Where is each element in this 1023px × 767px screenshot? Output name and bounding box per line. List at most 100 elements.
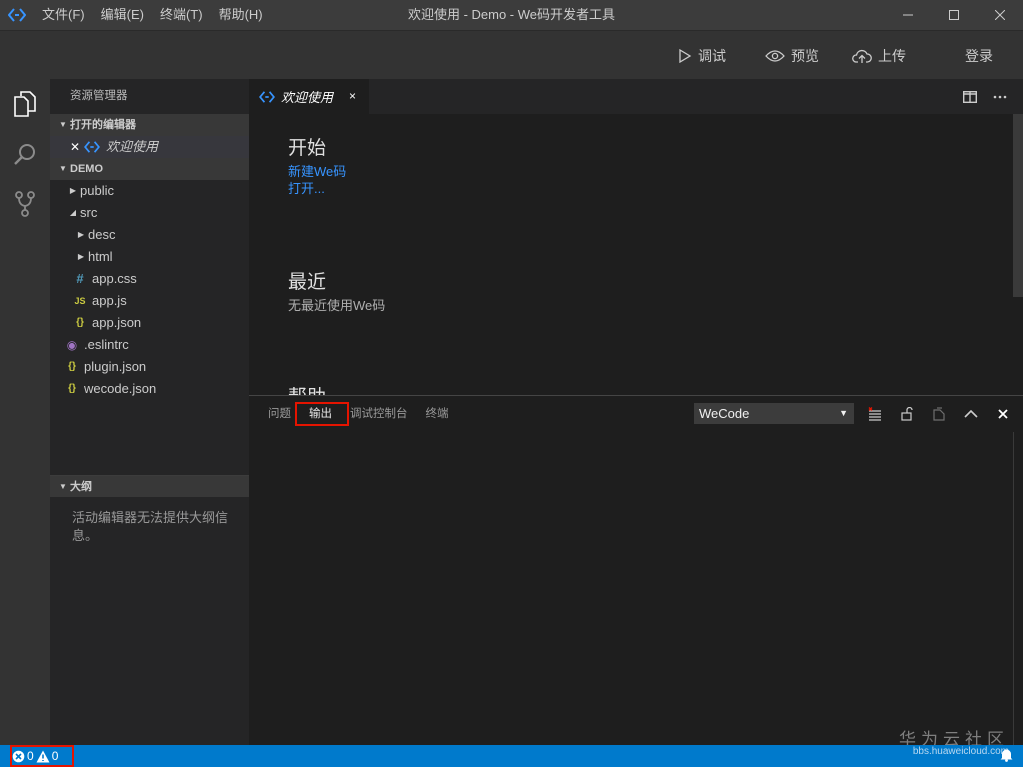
login-button[interactable]: 登录 [965,31,993,80]
editor-scrollbar[interactable] [1013,114,1023,297]
minimize-icon [903,14,913,16]
tree-file-app-css[interactable]: # app.css [50,268,249,290]
panel-tabs: 问题 输出 调试控制台 终端 [259,396,458,432]
json-file-icon: {} [68,361,76,372]
tab-debug-console[interactable]: 调试控制台 [341,396,417,432]
tree-label: wecode.json [84,381,157,396]
watermark-url: bbs.huaweicloud.com [912,746,1009,757]
chevron-down-icon: ▼ [59,120,67,129]
close-editor-icon[interactable]: ✕ [70,136,84,158]
editor-actions [955,79,1015,114]
tree-file-wecode-json[interactable]: {} wecode.json [50,378,249,400]
recent-heading: 最近 [288,272,327,293]
help-heading: 帮助 [288,382,326,395]
open-editor-label: 欢迎使用 [106,139,159,154]
clear-output-button[interactable] [859,396,891,432]
close-window-button[interactable] [977,0,1023,30]
open-editor-item[interactable]: ✕ 欢迎使用 [50,136,249,158]
panel-actions [859,396,1019,432]
close-panel-button[interactable] [987,396,1019,432]
window-controls [885,0,1023,30]
tree-folder-public[interactable]: ▶ public [50,180,249,202]
chevron-down-icon: ▼ [59,164,67,173]
tree-label: html [88,249,113,264]
tree-folder-html[interactable]: ▶ html [50,246,249,268]
debug-label: 调试 [698,47,726,64]
eye-icon [765,49,785,62]
tab-close-icon[interactable]: × [349,79,356,114]
tree-label: .eslintrc [84,337,129,352]
json-file-icon: {} [68,383,76,394]
open-editors-header[interactable]: ▼ 打开的编辑器 [50,114,249,136]
tree-folder-src[interactable]: ◢ src [50,202,249,224]
json-file-icon: {} [76,317,84,328]
chevron-right-icon: ▶ [77,230,85,239]
output-channel-select[interactable]: WeCode ▼ [694,403,854,424]
tab-terminal[interactable]: 终端 [417,396,458,432]
tree-folder-desc[interactable]: ▶ desc [50,224,249,246]
chevron-right-icon: ▶ [69,186,77,195]
close-icon [995,10,1005,20]
outline-header[interactable]: ▼ 大纲 [50,475,249,497]
chevron-down-icon: ▼ [59,481,67,491]
debug-button[interactable]: 调试 [678,31,726,80]
js-file-icon: JS [74,296,86,306]
start-heading: 开始 [288,138,327,159]
source-control-activity[interactable] [0,179,50,229]
status-problems-highlight [10,745,74,767]
outline-message: 活动编辑器无法提供大纲信息。 [72,510,229,543]
project-header[interactable]: ▼ DEMO [50,158,249,180]
output-tab-highlight [295,402,349,426]
tab-problems[interactable]: 问题 [259,396,300,432]
editor-tabs: 欢迎使用 × [249,79,1023,114]
menu-file[interactable]: 文件(F) [34,0,93,30]
top-toolbar: 调试 预览 上传 登录 [0,30,1023,79]
wecode-file-icon [259,90,275,103]
maximize-button[interactable] [931,0,977,30]
tree-label: src [80,205,98,220]
tree-file-eslintrc[interactable]: ◉ .eslintrc [50,334,249,356]
search-icon [14,144,35,165]
more-actions-button[interactable] [985,79,1015,114]
split-editor-icon [963,90,977,103]
chevron-right-icon: ▶ [77,252,85,261]
preview-button[interactable]: 预览 [765,31,819,80]
tree-label: app.js [92,293,127,308]
activity-bar [0,79,50,745]
output-channel-value: WeCode [699,406,750,421]
preview-label: 预览 [791,47,819,64]
explorer-sidebar: 资源管理器 ▼ 打开的编辑器 ✕ 欢迎使用 ▼ DEMO ▶ public ◢ … [50,79,249,745]
more-icon [993,95,1007,98]
bottom-panel: 问题 输出 调试控制台 终端 WeCode ▼ [249,395,1023,746]
search-activity[interactable] [0,129,50,179]
close-icon [998,409,1008,419]
tab-welcome[interactable]: 欢迎使用 × [249,79,369,114]
unlock-icon [901,407,913,421]
new-wecode-link[interactable]: 新建We码 [288,163,346,180]
clear-output-icon [868,407,881,421]
tree-label: app.json [92,315,142,330]
open-editors-label: 打开的编辑器 [70,119,136,131]
minimize-button[interactable] [885,0,931,30]
open-link[interactable]: 打开... [288,180,325,197]
open-log-button[interactable] [923,396,955,432]
tree-label: desc [88,227,116,242]
tree-file-app-js[interactable]: JS app.js [50,290,249,312]
eslint-file-icon: ◉ [66,338,78,352]
split-editor-button[interactable] [955,79,985,114]
tree-file-app-json[interactable]: {} app.json [50,312,249,334]
upload-button[interactable]: 上传 [852,31,906,80]
menu-terminal[interactable]: 终端(T) [152,0,211,30]
explorer-title: 资源管理器 [70,90,128,102]
maximize-panel-button[interactable] [955,396,987,432]
notification-bell-icon[interactable] [1000,748,1013,765]
tree-file-plugin-json[interactable]: {} plugin.json [50,356,249,378]
panel-scrollbar[interactable] [1013,432,1023,746]
source-control-icon [15,191,35,217]
explorer-activity[interactable] [0,79,50,129]
menu-edit[interactable]: 编辑(E) [93,0,152,30]
play-icon [679,48,692,63]
lock-scroll-button[interactable] [891,396,923,432]
recent-empty-text: 无最近使用We码 [288,298,386,313]
menu-help[interactable]: 帮助(H) [211,0,271,30]
